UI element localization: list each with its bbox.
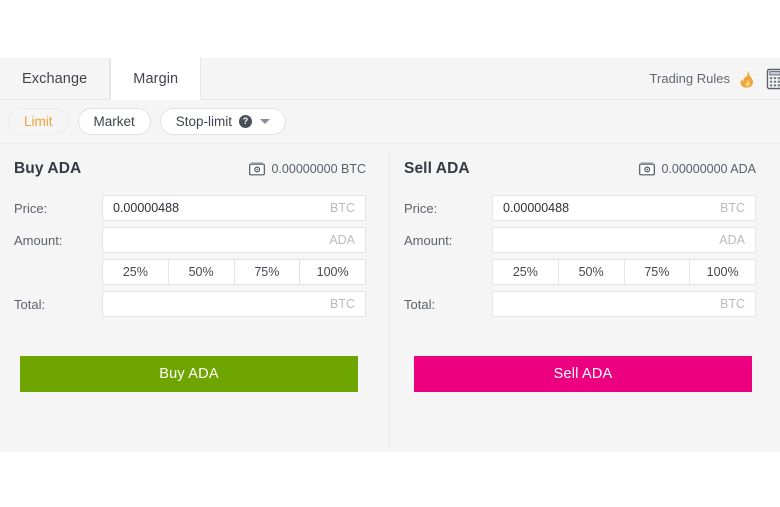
buy-panel-header: Buy ADA 0.00000000 BTC: [14, 160, 366, 178]
sell-percent-row: 25% 50% 75% 100%: [404, 259, 756, 285]
buy-price-suffix: BTC: [330, 201, 355, 215]
sell-price-suffix: BTC: [720, 201, 745, 215]
sell-price-value: 0.00000488: [503, 201, 570, 215]
sell-percent-spacer: [404, 259, 492, 285]
flame-icon[interactable]: [739, 70, 755, 88]
sell-total-input[interactable]: BTC: [492, 291, 756, 317]
sell-price-input[interactable]: 0.00000488 BTC: [492, 195, 756, 221]
order-type-stop-limit[interactable]: Stop-limit ?: [159, 108, 287, 135]
sell-amount-input[interactable]: ADA: [492, 227, 756, 253]
sell-percent-50[interactable]: 50%: [557, 259, 625, 285]
buy-percent-100[interactable]: 100%: [299, 259, 366, 285]
sell-percent-75[interactable]: 75%: [623, 259, 691, 285]
sell-panel: Sell ADA 0.00000000 ADA Price: 0.0000048…: [390, 144, 780, 452]
buy-amount-row: Amount: ADA: [14, 227, 366, 253]
buy-panel-title: Buy ADA: [14, 160, 82, 177]
wallet-icon: [249, 162, 266, 176]
sell-total-row: Total: BTC: [404, 291, 756, 317]
trading-rules-link[interactable]: Trading Rules: [650, 71, 730, 86]
sell-percent-group: 25% 50% 75% 100%: [492, 259, 756, 285]
buy-total-input[interactable]: BTC: [102, 291, 366, 317]
buy-percent-75[interactable]: 75%: [233, 259, 301, 285]
tab-exchange[interactable]: Exchange: [0, 58, 111, 99]
buy-percent-row: 25% 50% 75% 100%: [14, 259, 366, 285]
sell-total-label: Total:: [404, 296, 436, 312]
buy-price-value: 0.00000488: [113, 201, 180, 215]
order-type-limit[interactable]: Limit: [8, 108, 69, 135]
buy-total-row: Total: BTC: [14, 291, 366, 317]
sell-panel-header: Sell ADA 0.00000000 ADA: [404, 160, 756, 178]
buy-percent-spacer: [14, 259, 102, 285]
buy-panel: Buy ADA 0.00000000 BTC Price: 0.00000488…: [0, 144, 390, 452]
order-type-stop-limit-label: Stop-limit: [175, 114, 233, 129]
buy-total-suffix: BTC: [330, 297, 355, 311]
buy-percent-group: 25% 50% 75% 100%: [102, 259, 366, 285]
chevron-down-icon[interactable]: [260, 119, 271, 124]
sell-amount-label: Amount:: [404, 232, 453, 248]
sell-total-suffix: BTC: [720, 297, 745, 311]
sell-amount-suffix: ADA: [719, 233, 745, 247]
trading-panel-page: Exchange Margin Trading Rules Limit Mark…: [0, 0, 780, 507]
tabbar-right-actions: Trading Rules: [650, 58, 780, 99]
order-forms: Buy ADA 0.00000000 BTC Price: 0.00000488…: [0, 144, 780, 452]
calculator-icon[interactable]: [764, 68, 780, 90]
buy-amount-suffix: ADA: [329, 233, 355, 247]
buy-price-label: Price:: [14, 200, 48, 216]
help-icon[interactable]: ?: [239, 115, 253, 128]
buy-balance: 0.00000000 BTC: [249, 162, 366, 176]
buy-percent-25[interactable]: 25%: [102, 259, 169, 285]
order-type-selector: Limit Market Stop-limit ?: [0, 100, 780, 144]
sell-submit-button[interactable]: Sell ADA: [414, 356, 752, 392]
buy-price-input[interactable]: 0.00000488 BTC: [102, 195, 366, 221]
top-blank-area: [0, 0, 780, 58]
buy-amount-label: Amount:: [14, 232, 63, 248]
sell-panel-title: Sell ADA: [404, 160, 470, 177]
tab-exchange-label: Exchange: [22, 70, 88, 87]
buy-price-row: Price: 0.00000488 BTC: [14, 195, 366, 221]
sell-price-label: Price:: [404, 200, 438, 216]
order-type-market-label: Market: [93, 114, 135, 129]
wallet-icon: [639, 162, 656, 176]
sell-balance: 0.00000000 ADA: [639, 162, 756, 176]
buy-submit-label: Buy ADA: [159, 366, 219, 382]
order-type-limit-label: Limit: [24, 114, 53, 129]
buy-percent-50[interactable]: 50%: [167, 259, 235, 285]
tab-margin[interactable]: Margin: [110, 58, 202, 100]
market-type-tabbar: Exchange Margin Trading Rules: [0, 58, 780, 100]
sell-balance-value: 0.00000000 ADA: [661, 162, 756, 176]
sell-price-row: Price: 0.00000488 BTC: [404, 195, 756, 221]
sell-submit-label: Sell ADA: [553, 366, 613, 382]
buy-balance-value: 0.00000000 BTC: [271, 162, 366, 176]
sell-percent-25[interactable]: 25%: [492, 259, 559, 285]
order-type-market[interactable]: Market: [77, 108, 151, 135]
tab-margin-label: Margin: [133, 70, 179, 87]
sell-percent-100[interactable]: 100%: [689, 259, 756, 285]
buy-total-label: Total:: [14, 296, 46, 312]
sell-amount-row: Amount: ADA: [404, 227, 756, 253]
buy-amount-input[interactable]: ADA: [102, 227, 366, 253]
buy-submit-button[interactable]: Buy ADA: [20, 356, 358, 392]
bottom-blank-area: [0, 452, 780, 507]
